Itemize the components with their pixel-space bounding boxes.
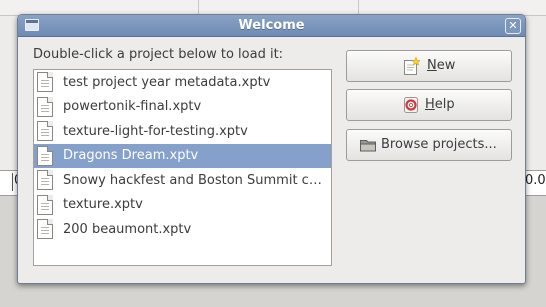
- document-icon: [37, 145, 53, 166]
- new-rest: ew: [436, 58, 456, 73]
- project-name: texture.xptv: [63, 197, 143, 213]
- folder-icon: [360, 140, 376, 152]
- document-icon: [37, 72, 53, 93]
- document-icon: [37, 219, 53, 240]
- project-list[interactable]: test project year metadata.xptv powerton…: [33, 69, 332, 266]
- help-button-label: Help: [425, 97, 455, 112]
- dialog-title: Welcome: [238, 18, 305, 33]
- help-mnemonic: H: [425, 97, 435, 112]
- list-item[interactable]: texture-light-for-testing.xptv: [34, 119, 331, 144]
- document-icon: [37, 170, 53, 191]
- list-item-selected[interactable]: Dragons Dream.xptv: [34, 143, 331, 168]
- lifebuoy-help-icon: [404, 97, 418, 113]
- list-item[interactable]: texture.xptv: [34, 193, 331, 218]
- project-name: Dragons Dream.xptv: [63, 148, 199, 164]
- new-document-star-icon: [404, 57, 420, 75]
- list-item[interactable]: test project year metadata.xptv: [34, 70, 331, 95]
- project-name: texture-light-for-testing.xptv: [63, 123, 248, 139]
- list-item[interactable]: 200 beaumont.xptv: [34, 217, 331, 242]
- ruler-right-label: 0.0: [525, 173, 546, 188]
- browse-projects-button[interactable]: Browse projects...: [346, 129, 512, 161]
- instruction-label: Double-click a project below to load it:: [33, 47, 284, 62]
- list-item[interactable]: powertonik-final.xptv: [34, 95, 331, 120]
- close-icon[interactable]: ✕: [505, 18, 521, 34]
- help-button[interactable]: Help: [346, 89, 512, 121]
- project-name: test project year metadata.xptv: [63, 74, 271, 90]
- project-name: 200 beaumont.xptv: [63, 221, 192, 237]
- new-mnemonic: N: [427, 58, 437, 73]
- new-button[interactable]: New: [346, 50, 512, 82]
- dialog-titlebar[interactable]: Welcome ✕: [18, 15, 525, 37]
- welcome-dialog: Welcome ✕ Double-click a project below t…: [17, 14, 526, 284]
- document-icon: [37, 121, 53, 142]
- ruler-tick: [12, 173, 13, 191]
- project-name: powertonik-final.xptv: [63, 99, 202, 115]
- document-icon: [37, 194, 53, 215]
- new-button-label: New: [427, 58, 455, 73]
- document-icon: [37, 96, 53, 117]
- browse-projects-label: Browse projects...: [381, 137, 497, 152]
- project-name: Snowy hackfest and Boston Summit cleaned…: [63, 172, 331, 188]
- help-rest: elp: [434, 97, 455, 112]
- list-item[interactable]: Snowy hackfest and Boston Summit cleaned…: [34, 168, 331, 193]
